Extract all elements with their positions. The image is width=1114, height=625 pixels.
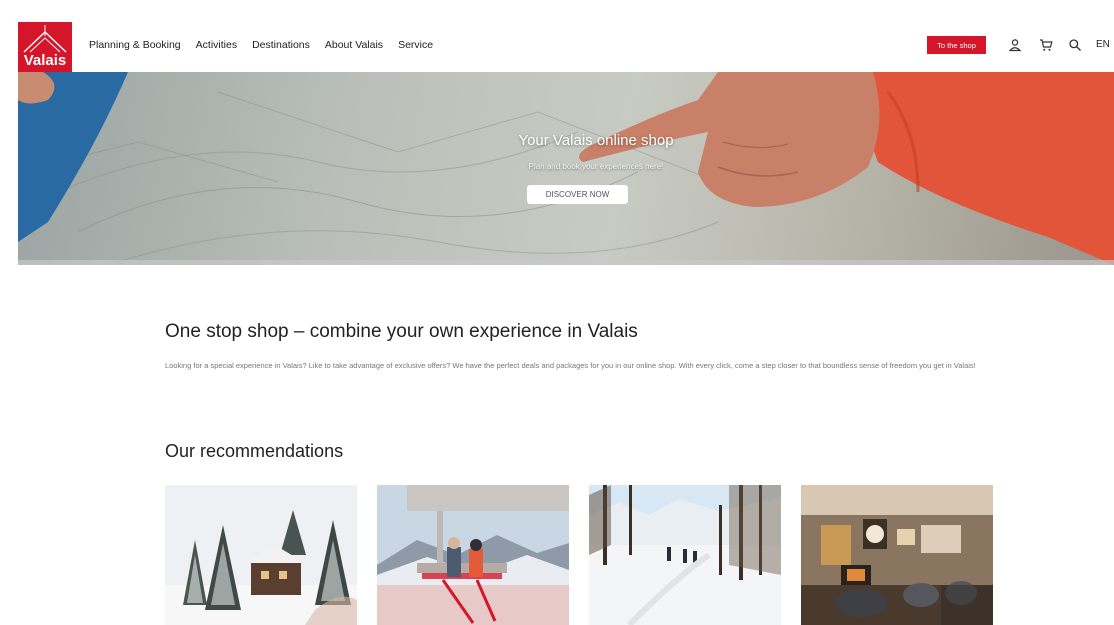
ski-trail-image	[589, 485, 781, 625]
hero-title: Your Valais online shop	[518, 132, 674, 149]
nav-planning-booking[interactable]: Planning & Booking	[89, 39, 181, 51]
recommendation-card-3[interactable]	[589, 485, 781, 625]
recommendation-cards	[165, 485, 993, 625]
intro-text: Looking for a special experience in Vala…	[165, 361, 976, 370]
hero-subtitle: Plan and book your experiences here!	[528, 162, 664, 171]
recommendation-card-2[interactable]	[377, 485, 569, 625]
chairlift-skiers-image	[377, 485, 569, 625]
nav-service[interactable]: Service	[398, 39, 433, 51]
logo-text: Valais	[23, 52, 67, 69]
discover-now-button[interactable]: DISCOVER NOW	[527, 185, 628, 204]
snowy-chalet-image	[165, 485, 357, 625]
nav-about-valais[interactable]: About Valais	[325, 39, 383, 51]
nav-destinations[interactable]: Destinations	[252, 39, 310, 51]
recommendation-card-1[interactable]	[165, 485, 357, 625]
nav-activities[interactable]: Activities	[196, 39, 237, 51]
user-icon[interactable]	[1008, 38, 1022, 52]
recommendation-card-4[interactable]	[801, 485, 993, 625]
search-icon[interactable]	[1068, 38, 1082, 52]
valais-logo[interactable]: Valais	[18, 22, 72, 72]
cart-icon[interactable]	[1039, 38, 1053, 52]
to-the-shop-button[interactable]: To the shop	[927, 36, 986, 54]
intro-title: One stop shop – combine your own experie…	[165, 321, 638, 342]
language-switch[interactable]: EN	[1096, 39, 1110, 50]
lounge-interior-image	[801, 485, 993, 625]
hero-banner: Your Valais online shop Plan and book yo…	[18, 72, 1114, 265]
page: Valais Planning & Booking Activities Des…	[0, 0, 1114, 625]
site-header: Valais Planning & Booking Activities Des…	[0, 0, 1114, 72]
main-nav: Planning & Booking Activities Destinatio…	[89, 39, 433, 51]
recommendations-title: Our recommendations	[165, 441, 344, 461]
